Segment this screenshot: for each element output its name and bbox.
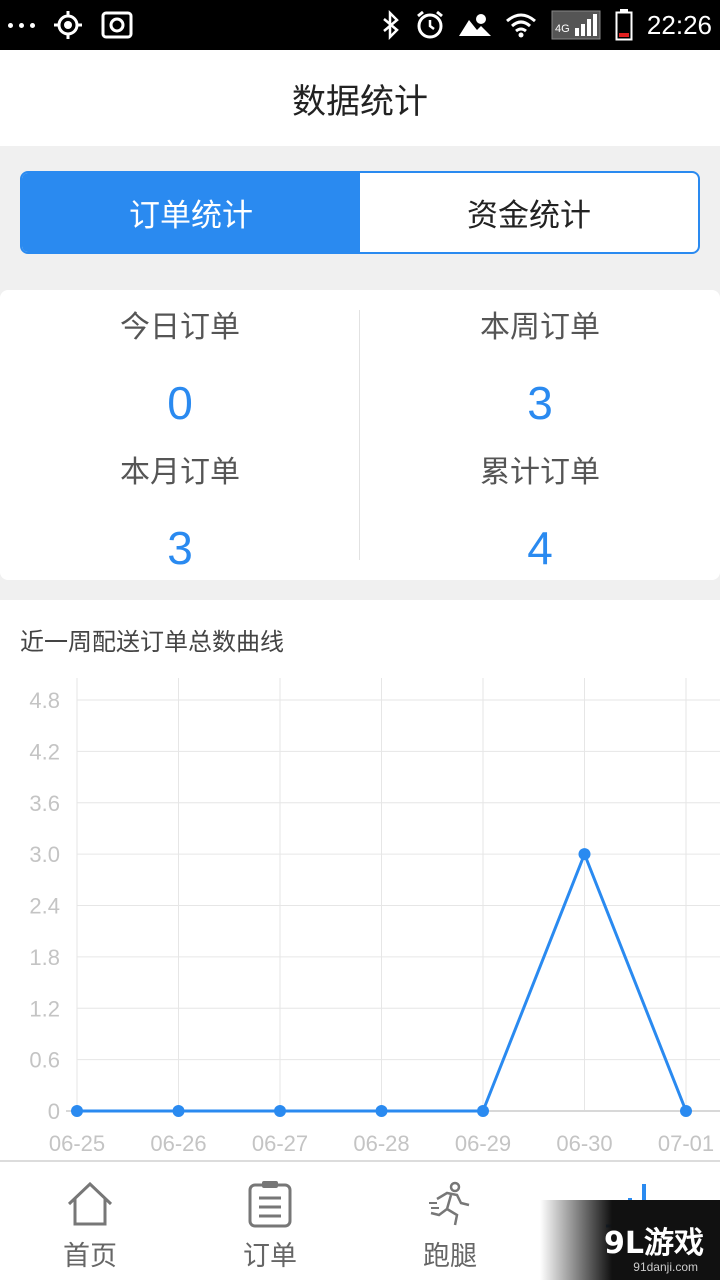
- y-tick-label: 2.4: [29, 894, 60, 919]
- x-tick-label: 07-01: [658, 1131, 714, 1156]
- nav-home-label: 首页: [63, 1241, 117, 1272]
- stat-today-label: 今日订单: [120, 310, 240, 345]
- stat-week-value: 3: [527, 377, 553, 429]
- home-icon: [67, 1182, 113, 1226]
- y-tick-label: 4.2: [29, 739, 60, 764]
- more-dots-icon: [8, 22, 35, 28]
- data-point: [578, 848, 591, 861]
- data-point: [274, 1105, 286, 1117]
- chart-card: 近一周配送订单总数曲线 0 0.6 1.2 1.8 2.4 3.0 3.6 4.2 4.8 06-…: [0, 600, 720, 1160]
- signal-icon: 4G: [551, 10, 601, 40]
- watermark-text: 9L游戏: [604, 1226, 704, 1261]
- nav-orders-label: 订单: [243, 1241, 297, 1272]
- status-bar: 4G 22:26: [0, 0, 720, 50]
- y-tick-label: 0.6: [29, 1048, 60, 1073]
- y-tick-label: 3.0: [29, 842, 60, 867]
- data-point: [71, 1105, 83, 1117]
- stat-total: 累计订单 4: [360, 453, 720, 573]
- stat-month-label: 本月订单: [120, 455, 240, 490]
- tab-funds-stats[interactable]: 资金统计: [360, 173, 698, 252]
- stat-week-label: 本周订单: [480, 310, 600, 345]
- site-watermark: 9L游戏 91danji.com: [540, 1200, 720, 1280]
- nav-errand-label: 跑腿: [423, 1241, 477, 1272]
- x-tick-label: 06-29: [455, 1131, 511, 1156]
- x-tick-label: 06-26: [150, 1131, 206, 1156]
- wifi-icon: [505, 13, 536, 38]
- clipboard-icon: [248, 1181, 292, 1228]
- location-icon: [54, 11, 82, 39]
- header-bar: 数据统计: [0, 50, 720, 146]
- order-stats-card: 今日订单 0 本周订单 3 本月订单 3 累计订单 4: [0, 290, 720, 580]
- stat-month: 本月订单 3: [0, 453, 360, 573]
- x-tick-label: 06-27: [252, 1131, 308, 1156]
- stat-today-value: 0: [167, 377, 193, 429]
- page-title: 数据统计: [292, 81, 428, 122]
- screenshot-icon: [101, 11, 133, 39]
- data-point: [680, 1105, 692, 1117]
- x-tick-label: 06-28: [353, 1131, 409, 1156]
- battery-icon: [615, 9, 633, 41]
- y-tick-label: 4.8: [29, 688, 60, 713]
- clock: 22:26: [646, 9, 712, 40]
- stat-total-label: 累计订单: [480, 455, 600, 490]
- nav-orders[interactable]: 订单: [180, 1162, 360, 1280]
- svg-text:4G: 4G: [555, 23, 570, 35]
- data-point: [172, 1105, 185, 1117]
- stat-total-value: 4: [527, 522, 553, 574]
- nav-errand[interactable]: 跑腿: [360, 1162, 540, 1280]
- nav-home[interactable]: 首页: [0, 1162, 180, 1280]
- y-tick-label: 1.8: [29, 945, 60, 970]
- weather-icon: [458, 14, 491, 36]
- x-tick-label: 06-25: [49, 1131, 105, 1156]
- bluetooth-icon: [383, 10, 399, 40]
- watermark-url: 91danji.com: [633, 1260, 698, 1274]
- orders-line-chart: 0 0.6 1.2 1.8 2.4 3.0 3.6 4.2 4.8 06-25 06-26 06-27…: [29, 678, 720, 1156]
- y-tick-label: 3.6: [29, 791, 60, 816]
- stat-month-value: 3: [167, 522, 193, 574]
- y-tick-label: 1.2: [29, 996, 60, 1021]
- y-tick-label: 0: [48, 1099, 60, 1124]
- stat-week: 本周订单 3: [360, 308, 720, 428]
- tab-order-stats[interactable]: 订单统计: [22, 173, 360, 252]
- segmented-tabs: 订单统计 资金统计: [20, 171, 700, 254]
- alarm-icon: [416, 10, 443, 39]
- x-tick-label: 06-30: [556, 1131, 612, 1156]
- stat-today: 今日订单 0: [0, 308, 360, 428]
- runner-icon: [429, 1181, 470, 1226]
- data-point: [477, 1105, 489, 1117]
- data-point: [375, 1105, 388, 1117]
